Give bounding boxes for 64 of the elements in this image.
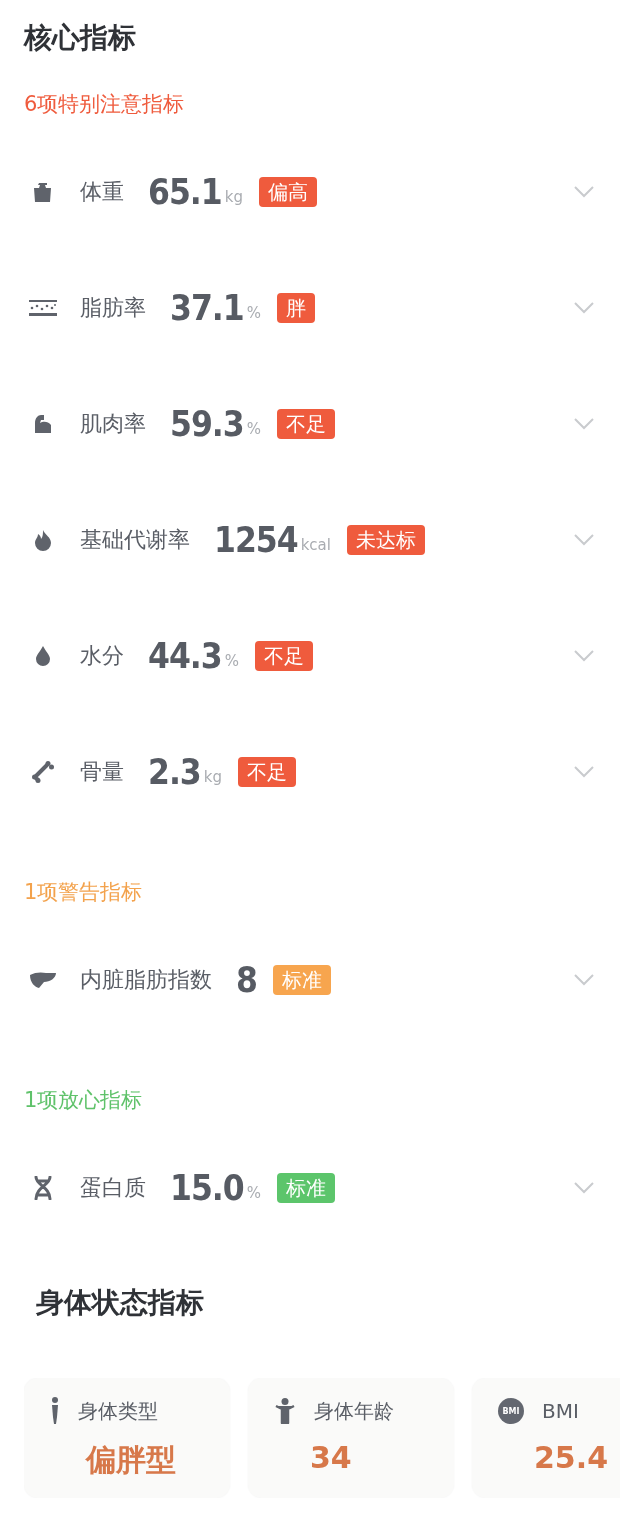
- metric-unit: kg: [203, 768, 222, 786]
- chevron-down-icon[interactable]: [574, 302, 594, 314]
- status-card[interactable]: 身体年龄 34: [248, 1378, 454, 1498]
- status-tag: 标准: [276, 1173, 335, 1203]
- chevron-down-icon[interactable]: [574, 186, 594, 198]
- card-value: 偏胖型: [86, 1441, 176, 1479]
- group-heading: 1项放心指标: [24, 1087, 143, 1114]
- chevron-down-icon[interactable]: [574, 534, 594, 546]
- metric-unit: %: [224, 652, 239, 670]
- status-card[interactable]: 身体类型 偏胖型: [24, 1378, 230, 1498]
- status-tag: 胖: [276, 293, 315, 323]
- status-tag: 不足: [254, 641, 313, 671]
- card-label: 身体类型: [78, 1397, 158, 1425]
- water-drop-icon: [34, 645, 52, 667]
- metric-value: 59.3: [170, 404, 244, 444]
- metric-value: 37.1: [170, 288, 244, 328]
- metric-unit: kg: [224, 188, 243, 206]
- arm-muscle-icon: [32, 413, 54, 435]
- status-tag: 标准: [272, 965, 331, 995]
- metric-value: 44.3: [148, 636, 222, 676]
- metric-value: 8: [236, 960, 257, 1000]
- fat-layer-icon: [29, 299, 57, 317]
- section-title: 身体状态指标: [36, 1285, 204, 1321]
- metric-label: 肌肉率: [80, 410, 146, 438]
- card-label: 身体年龄: [314, 1397, 394, 1425]
- flame-icon: [33, 529, 53, 551]
- metric-label: 骨量: [80, 758, 124, 786]
- status-tag: 未达标: [346, 525, 425, 555]
- status-tag: 不足: [276, 409, 335, 439]
- metric-value: 1254: [214, 520, 298, 560]
- bmi-icon: BMI: [498, 1398, 524, 1424]
- status-card[interactable]: BMI BMI 25.4: [472, 1378, 620, 1498]
- chevron-down-icon[interactable]: [574, 418, 594, 430]
- bone-icon: [31, 760, 55, 784]
- status-tag: 偏高: [258, 177, 317, 207]
- metric-label: 体重: [80, 178, 124, 206]
- liver-icon: [29, 971, 57, 989]
- card-value: 25.4: [534, 1440, 609, 1475]
- chevron-down-icon[interactable]: [574, 974, 594, 986]
- card-value: 34: [310, 1440, 352, 1475]
- metric-unit: kcal: [300, 536, 331, 554]
- metric-value: 65.1: [148, 172, 222, 212]
- metric-label: 水分: [80, 642, 124, 670]
- metric-unit: %: [246, 1184, 261, 1202]
- status-tag: 不足: [238, 757, 296, 787]
- dna-icon: [33, 1176, 53, 1200]
- metric-unit: %: [246, 420, 261, 438]
- metric-label: 脂肪率: [80, 294, 146, 322]
- standing-figure-icon: [50, 1397, 60, 1425]
- group-heading: 1项警告指标: [24, 879, 143, 906]
- chevron-down-icon[interactable]: [574, 650, 594, 662]
- metric-value: 2.3: [148, 752, 201, 792]
- metric-value: 15.0: [170, 1168, 244, 1208]
- chevron-down-icon[interactable]: [574, 1182, 594, 1194]
- person-arms-up-icon: [274, 1398, 296, 1424]
- metric-unit: %: [246, 304, 261, 322]
- card-label: BMI: [542, 1399, 579, 1423]
- section-title: 核心指标: [24, 20, 136, 56]
- metric-label: 蛋白质: [80, 1174, 146, 1202]
- group-heading: 6项特别注意指标: [24, 91, 185, 118]
- metric-label: 基础代谢率: [80, 526, 190, 554]
- weight-icon: [32, 181, 54, 203]
- metric-label: 内脏脂肪指数: [80, 966, 212, 994]
- chevron-down-icon[interactable]: [574, 766, 594, 778]
